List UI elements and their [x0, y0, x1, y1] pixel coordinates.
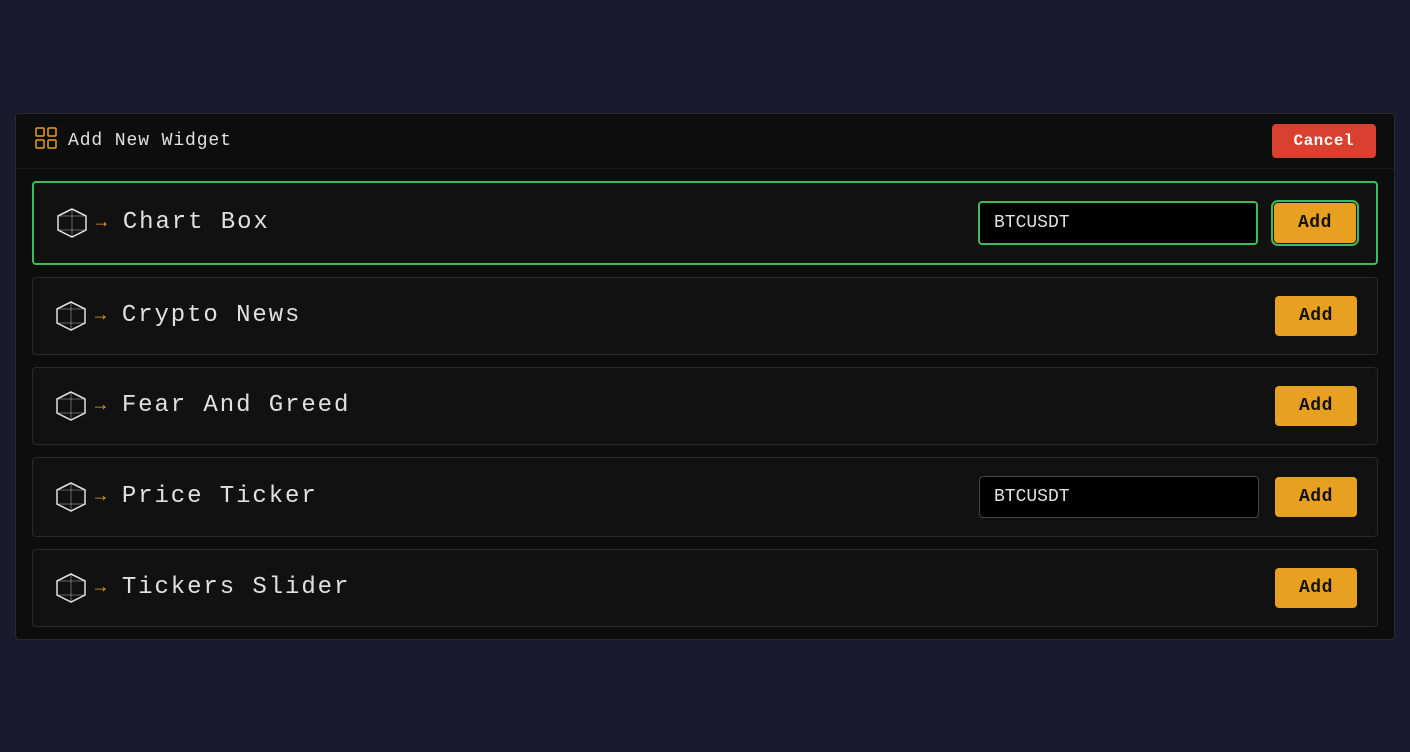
widget-row-fear-and-greed: → Fear And Greed Add — [32, 367, 1378, 445]
widget-row-tickers-slider: → Tickers Slider Add — [32, 549, 1378, 627]
add-button-fear-and-greed[interactable]: Add — [1275, 386, 1357, 426]
widget-icon-group-chart-box: → — [54, 205, 107, 241]
box-icon-chart-box — [54, 205, 90, 241]
arrow-icon-price-ticker: → — [95, 487, 106, 507]
widget-list: → Chart Box Add → Crypto News Add → Fear And … — [16, 169, 1394, 639]
widget-icon-group-fear-and-greed: → — [53, 388, 106, 424]
widget-name-chart-box: Chart Box — [123, 209, 962, 236]
box-icon-crypto-news — [53, 298, 89, 334]
widget-icon-group-price-ticker: → — [53, 479, 106, 515]
widget-name-price-ticker: Price Ticker — [122, 483, 963, 510]
add-button-price-ticker[interactable]: Add — [1275, 477, 1357, 517]
add-button-tickers-slider[interactable]: Add — [1275, 568, 1357, 608]
box-icon-fear-and-greed — [53, 388, 89, 424]
add-widget-modal: Add New Widget Cancel → Chart Box Add → Cry… — [15, 113, 1395, 640]
modal-header: Add New Widget Cancel — [16, 114, 1394, 169]
arrow-icon-tickers-slider: → — [95, 578, 106, 598]
add-button-chart-box[interactable]: Add — [1274, 203, 1356, 243]
header-left: Add New Widget — [34, 126, 232, 156]
box-icon-price-ticker — [53, 479, 89, 515]
widget-row-price-ticker: → Price Ticker Add — [32, 457, 1378, 537]
widget-row-crypto-news: → Crypto News Add — [32, 277, 1378, 355]
box-icon-tickers-slider — [53, 570, 89, 606]
arrow-icon-chart-box: → — [96, 213, 107, 233]
widget-name-tickers-slider: Tickers Slider — [122, 574, 1259, 601]
widget-header-icon — [34, 126, 58, 156]
arrow-icon-fear-and-greed: → — [95, 396, 106, 416]
arrow-icon-crypto-news: → — [95, 306, 106, 326]
widget-name-fear-and-greed: Fear And Greed — [122, 392, 1259, 419]
add-button-crypto-news[interactable]: Add — [1275, 296, 1357, 336]
widget-input-chart-box[interactable] — [978, 201, 1258, 245]
cancel-button[interactable]: Cancel — [1272, 124, 1377, 158]
widget-icon-group-crypto-news: → — [53, 298, 106, 334]
widget-row-chart-box: → Chart Box Add — [32, 181, 1378, 265]
widget-icon-group-tickers-slider: → — [53, 570, 106, 606]
widget-name-crypto-news: Crypto News — [122, 302, 1259, 329]
widget-input-price-ticker[interactable] — [979, 476, 1259, 518]
modal-title: Add New Widget — [68, 131, 232, 151]
